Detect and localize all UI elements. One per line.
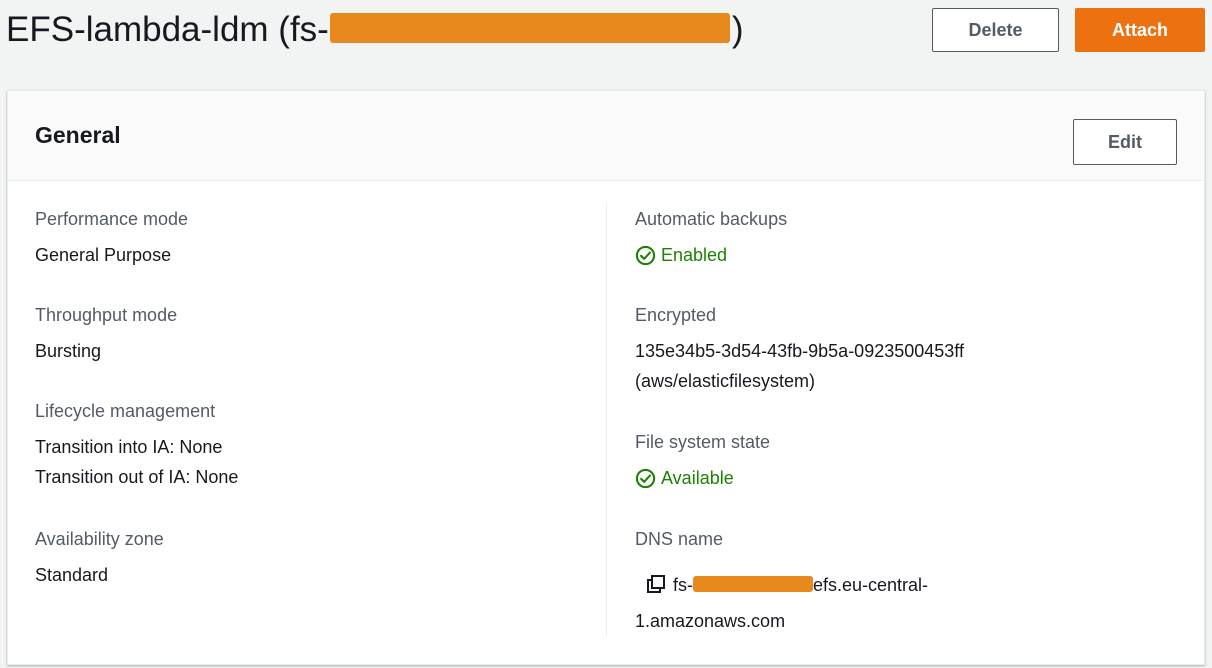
page-title: EFS-lambda-ldm (fs-) — [6, 8, 743, 52]
status-positive-icon — [635, 468, 656, 488]
lifecycle-management-field: Lifecycle management Transition into IA:… — [35, 399, 238, 492]
dns-name-label: DNS name — [635, 529, 724, 549]
automatic-backups-field: Automatic backups Enabled — [635, 207, 787, 270]
performance-mode-value: General Purpose — [35, 245, 172, 265]
automatic-backups-status: Enabled — [635, 240, 787, 270]
availability-zone-field: Availability zone Standard — [35, 527, 164, 590]
throughput-mode-value: Bursting — [35, 341, 102, 361]
column-divider — [606, 203, 607, 636]
dns-name-value: fs-efs.eu-central- 1.amazonaws.com — [635, 567, 928, 639]
redacted-dns-id — [693, 576, 813, 593]
general-panel-header: General Edit — [8, 91, 1204, 181]
general-title: General — [35, 122, 121, 148]
page-header: EFS-lambda-ldm (fs-) Delete Attach — [0, 0, 1212, 70]
dns-name-line2: 1.amazonaws.com — [635, 611, 786, 631]
lifecycle-management-value: Transition into IA: None Transition out … — [35, 432, 238, 492]
encrypted-field: Encrypted 135e34b5-3d54-43fb-9b5a-092350… — [635, 303, 964, 396]
dns-suffix: efs.eu-central- — [813, 575, 929, 595]
throughput-mode-field: Throughput mode Bursting — [35, 303, 177, 366]
kms-key-alias: (aws/elasticfilesystem) — [635, 371, 816, 391]
lifecycle-management-label: Lifecycle management — [35, 401, 216, 421]
attach-button[interactable]: Attach — [1075, 8, 1205, 52]
availability-zone-label: Availability zone — [35, 529, 164, 549]
throughput-mode-label: Throughput mode — [35, 305, 178, 325]
dns-name-field: DNS name fs-efs.eu-central- 1.amazonaws.… — [635, 527, 928, 639]
encrypted-label: Encrypted — [635, 305, 717, 325]
dns-name-line1: fs-efs.eu-central- — [635, 567, 928, 603]
automatic-backups-label: Automatic backups — [635, 209, 788, 229]
transition-into-ia: Transition into IA: None — [35, 437, 223, 457]
file-system-state-label: File system state — [635, 432, 771, 452]
performance-mode-field: Performance mode General Purpose — [35, 207, 188, 270]
title-suffix: ) — [731, 10, 744, 49]
file-system-state-status: Available — [635, 463, 770, 493]
performance-mode-label: Performance mode — [35, 209, 189, 229]
status-positive-icon — [635, 245, 656, 265]
kms-key-id: 135e34b5-3d54-43fb-9b5a-0923500453ff — [635, 341, 964, 361]
general-panel: General Edit Performance mode General Pu… — [7, 90, 1205, 665]
copy-icon[interactable] — [646, 574, 666, 594]
title-prefix: EFS-lambda-ldm (fs- — [6, 10, 329, 49]
encrypted-value: 135e34b5-3d54-43fb-9b5a-0923500453ff (aw… — [635, 336, 964, 396]
dns-prefix: fs- — [673, 575, 693, 595]
delete-button[interactable]: Delete — [932, 8, 1059, 52]
file-system-state-value: Available — [661, 468, 734, 488]
file-system-state-field: File system state Available — [635, 430, 770, 493]
redacted-file-system-id — [329, 12, 730, 43]
transition-out-of-ia: Transition out of IA: None — [35, 467, 239, 487]
automatic-backups-value: Enabled — [661, 245, 728, 265]
edit-button[interactable]: Edit — [1073, 119, 1177, 165]
availability-zone-value: Standard — [35, 565, 109, 585]
